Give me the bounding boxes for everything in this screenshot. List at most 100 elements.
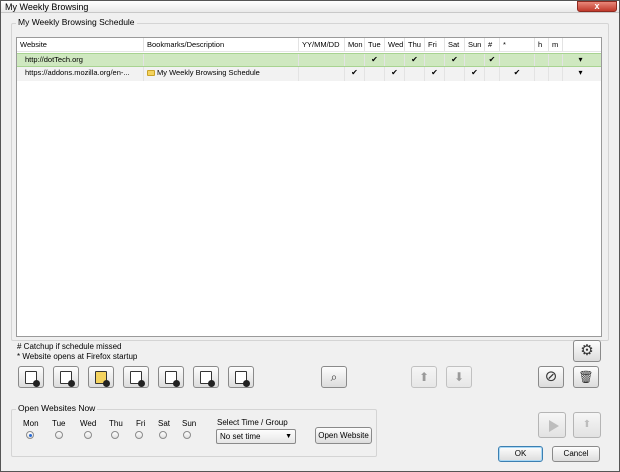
- column-tue[interactable]: Tue: [365, 38, 385, 51]
- column-extra[interactable]: [563, 38, 598, 51]
- row-catchup-check[interactable]: [485, 67, 500, 81]
- move-down-icon: ⬇: [453, 370, 465, 384]
- time-group-label: Select Time / Group: [217, 418, 288, 427]
- row-tue-check[interactable]: ✔: [365, 54, 385, 66]
- move-down-button[interactable]: ⬇: [446, 366, 472, 388]
- column-minute[interactable]: m: [549, 38, 563, 51]
- new-folder-button[interactable]: [88, 366, 114, 388]
- row-bookmark: My Weekly Browsing Schedule: [157, 68, 260, 77]
- row-startup-check[interactable]: [500, 54, 535, 66]
- ok-button[interactable]: OK: [498, 446, 543, 462]
- day-radio-thu[interactable]: [111, 431, 119, 439]
- column-mon[interactable]: Mon: [345, 38, 365, 51]
- column-fri[interactable]: Fri: [425, 38, 445, 51]
- row-dropdown-icon[interactable]: ▾: [563, 67, 598, 81]
- row-sun-check[interactable]: [465, 54, 485, 66]
- play-button[interactable]: [538, 412, 566, 438]
- table-row[interactable]: https://addons.mozilla.org/en-... My Wee…: [17, 67, 601, 81]
- time-group-value: No set time: [220, 432, 261, 441]
- row-fri-check[interactable]: [425, 54, 445, 66]
- day-radio-fri[interactable]: [135, 431, 143, 439]
- column-catchup[interactable]: #: [485, 38, 500, 51]
- day-radio-wed[interactable]: [84, 431, 92, 439]
- row-thu-check[interactable]: ✔: [405, 54, 425, 66]
- list-header: Website Bookmarks/Description YY/MM/DD M…: [17, 38, 601, 52]
- table-row[interactable]: http://dotTech.org ✔ ✔ ✔ ✔ ▾: [17, 53, 601, 67]
- row-website: https://addons.mozilla.org/en-...: [17, 67, 144, 81]
- open-websites-label: Open Websites Now: [16, 403, 98, 413]
- day-label-tue: Tue: [52, 419, 66, 428]
- move-up-button[interactable]: ⬆: [411, 366, 437, 388]
- column-thu[interactable]: Thu: [405, 38, 425, 51]
- column-hour[interactable]: h: [535, 38, 549, 51]
- day-radio-sat[interactable]: [159, 431, 167, 439]
- gear-icon: ⚙: [580, 342, 594, 359]
- day-label-sat: Sat: [158, 419, 171, 428]
- close-button[interactable]: x: [577, 1, 617, 12]
- row-website: http://dotTech.org: [17, 54, 144, 66]
- new-folder-icon: [95, 371, 110, 387]
- row-catchup-check[interactable]: ✔: [485, 54, 500, 66]
- new-bookmark-button[interactable]: [53, 366, 79, 388]
- row-date: [299, 67, 345, 81]
- window-title: My Weekly Browsing: [5, 2, 89, 12]
- new-list-button[interactable]: [193, 366, 219, 388]
- row-mon-check[interactable]: [345, 54, 365, 66]
- new-site-icon: [25, 371, 40, 387]
- cancel-button[interactable]: Cancel: [552, 446, 600, 462]
- column-bookmarks[interactable]: Bookmarks/Description: [144, 38, 299, 51]
- row-bookmark: [144, 54, 299, 66]
- row-wed-check[interactable]: [385, 54, 405, 66]
- chevron-down-icon: ▼: [285, 433, 292, 440]
- schedule-group-label: My Weekly Browsing Schedule: [16, 17, 137, 27]
- column-website[interactable]: Website: [17, 38, 144, 51]
- row-sun-check[interactable]: ✔: [465, 67, 485, 81]
- row-bookmark-cell: My Weekly Browsing Schedule: [144, 67, 299, 81]
- disable-button[interactable]: ⊘: [538, 366, 564, 388]
- row-hour[interactable]: [535, 67, 549, 81]
- disable-icon: ⊘: [544, 368, 558, 385]
- column-date[interactable]: YY/MM/DD: [299, 38, 345, 51]
- row-hour[interactable]: [535, 54, 549, 66]
- row-sat-check[interactable]: ✔: [445, 54, 465, 66]
- new-web-icon: [235, 371, 250, 387]
- row-minute[interactable]: [549, 67, 563, 81]
- move-up-icon: ⬆: [418, 370, 430, 384]
- new-doc-icon: [165, 371, 180, 387]
- column-startup[interactable]: *: [500, 38, 535, 51]
- bookmark-icon: [147, 70, 155, 76]
- row-tue-check[interactable]: [365, 67, 385, 81]
- column-sun[interactable]: Sun: [465, 38, 485, 51]
- day-radio-sun[interactable]: [183, 431, 191, 439]
- row-mon-check[interactable]: ✔: [345, 67, 365, 81]
- new-site-button[interactable]: [18, 366, 44, 388]
- row-fri-check[interactable]: ✔: [425, 67, 445, 81]
- schedule-list[interactable]: Website Bookmarks/Description YY/MM/DD M…: [16, 37, 602, 337]
- new-web-button[interactable]: [228, 366, 254, 388]
- new-bookmark-icon: [60, 371, 75, 387]
- row-wed-check[interactable]: ✔: [385, 67, 405, 81]
- row-sat-check[interactable]: [445, 67, 465, 81]
- upload-icon: ⬆: [582, 419, 592, 430]
- row-dropdown-icon[interactable]: ▾: [563, 54, 598, 66]
- new-page-button[interactable]: [123, 366, 149, 388]
- row-minute[interactable]: [549, 54, 563, 66]
- row-thu-check[interactable]: [405, 67, 425, 81]
- startup-note: * Website opens at Firefox startup: [17, 352, 138, 361]
- open-website-button[interactable]: Open Website: [315, 427, 372, 444]
- day-label-thu: Thu: [109, 419, 123, 428]
- time-group-select[interactable]: No set time ▼: [216, 429, 296, 444]
- day-radio-tue[interactable]: [55, 431, 63, 439]
- day-label-fri: Fri: [136, 419, 146, 428]
- delete-button[interactable]: 🗑: [573, 366, 599, 388]
- new-doc-button[interactable]: [158, 366, 184, 388]
- day-radio-mon[interactable]: [26, 431, 34, 439]
- column-wed[interactable]: Wed: [385, 38, 405, 51]
- settings-button[interactable]: ⚙: [573, 340, 601, 362]
- row-startup-check[interactable]: ✔: [500, 67, 535, 81]
- find-button[interactable]: ⌕: [321, 366, 347, 388]
- new-list-icon: [200, 371, 215, 387]
- column-sat[interactable]: Sat: [445, 38, 465, 51]
- upload-button[interactable]: ⬆: [573, 412, 601, 438]
- title-bar: My Weekly Browsing x: [1, 1, 619, 13]
